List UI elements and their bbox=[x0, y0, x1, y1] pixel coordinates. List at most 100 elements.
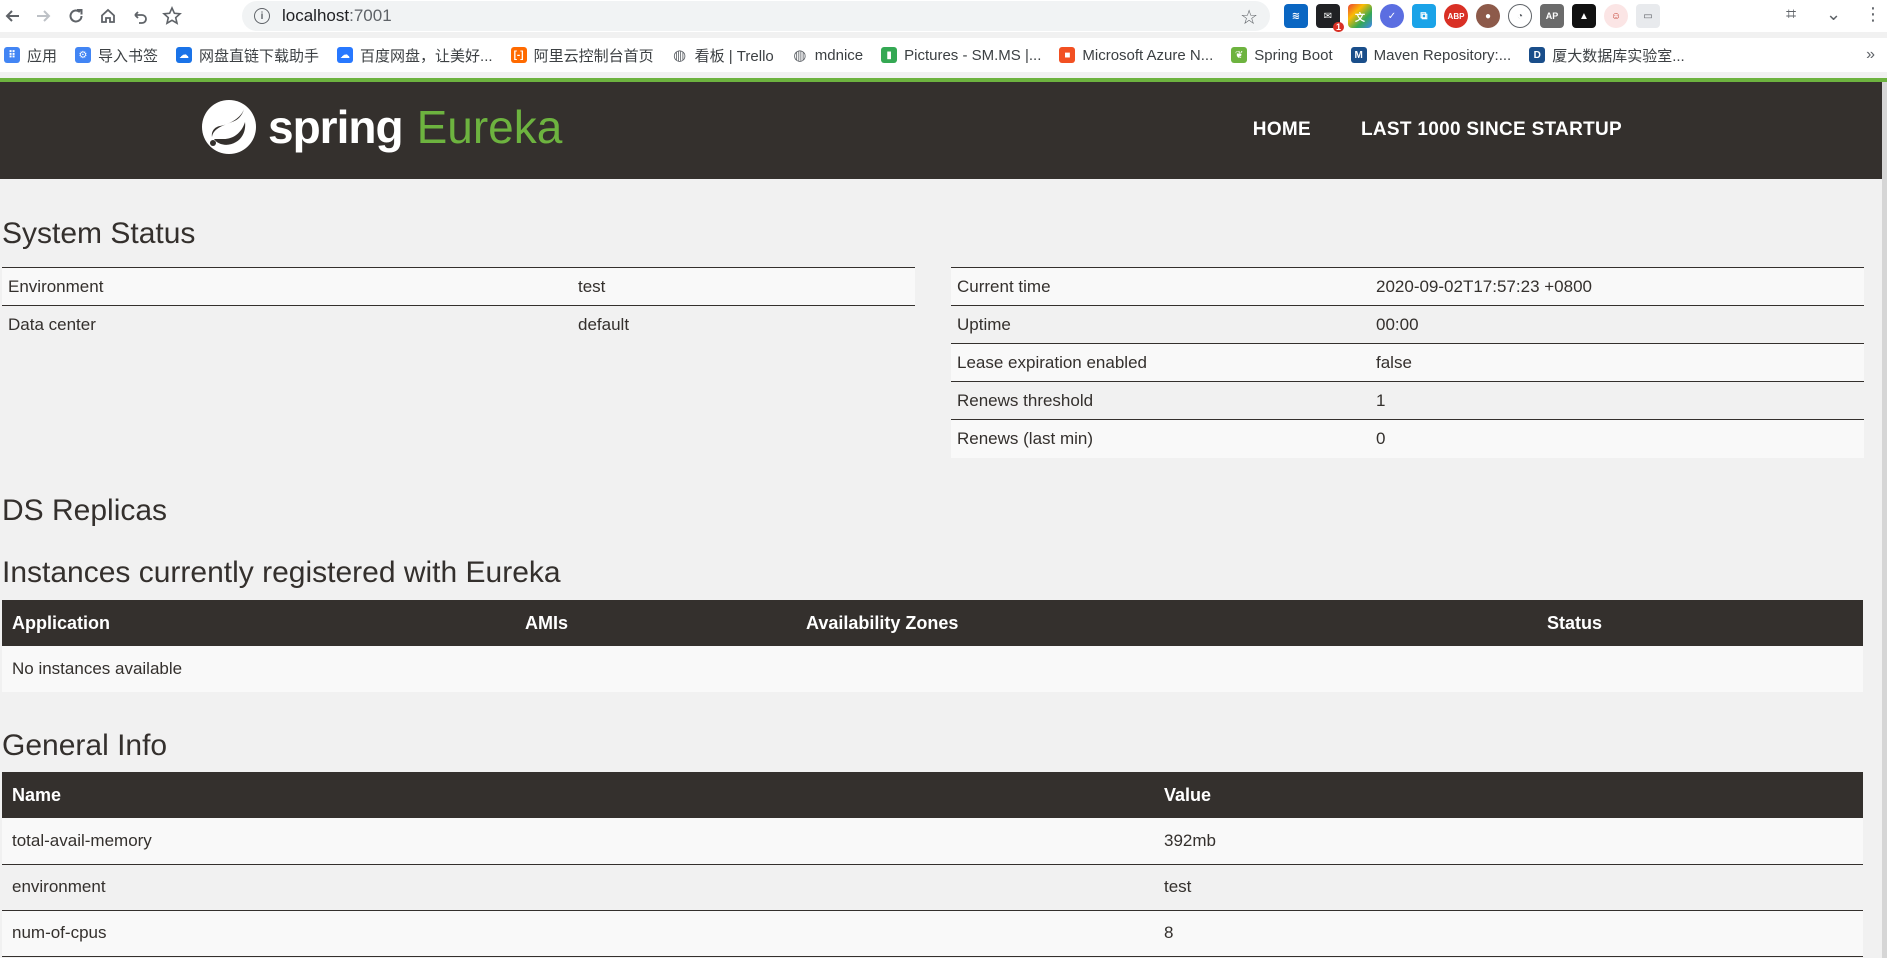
bookmark-label: 厦大数据库实验室... bbox=[1552, 47, 1685, 65]
table-row: Environment test bbox=[2, 267, 915, 306]
bookmark-label: 看板 | Trello bbox=[694, 47, 774, 65]
eureka-header: spring Eureka HOME LAST 1000 SINCE START… bbox=[0, 82, 1882, 179]
status-value: default bbox=[572, 305, 915, 344]
bar-chart-icon: ▮ bbox=[881, 47, 898, 63]
extension-palette-icon[interactable]: ◔ bbox=[1508, 4, 1532, 28]
extension-tray: ≋ ✉ 1 文 ✓ ⧉ ABP ● ◔ AP ▲ ☺ ▭ bbox=[1284, 4, 1660, 32]
bookmark-item[interactable]: ◍ mdnice bbox=[792, 46, 864, 65]
forward-arrow-icon[interactable] bbox=[32, 4, 56, 28]
table-row: Current time 2020-09-02T17:57:23 +0800 bbox=[951, 267, 1864, 306]
bookmark-item[interactable]: ☁ 百度网盘，让美好... bbox=[337, 45, 493, 66]
table-row: Renews threshold 1 bbox=[951, 381, 1864, 420]
logo-eureka-text: Eureka bbox=[416, 101, 563, 153]
address-bar[interactable]: i localhost:7001 ☆ bbox=[242, 1, 1270, 31]
url-host: localhost bbox=[282, 6, 350, 25]
status-value: 0 bbox=[1370, 419, 1864, 458]
column-availability-zones: Availability Zones bbox=[796, 600, 1537, 646]
bookmarks-overflow-icon[interactable]: » bbox=[1866, 46, 1875, 64]
extension-check-icon[interactable]: ✓ bbox=[1380, 4, 1404, 28]
general-info-header-row: Name Value bbox=[2, 772, 1863, 818]
status-key: Renews (last min) bbox=[951, 419, 1370, 458]
url-text: localhost:7001 bbox=[282, 6, 392, 26]
column-status: Status bbox=[1537, 600, 1863, 646]
chevron-down-icon[interactable]: ⌄ bbox=[1826, 4, 1841, 25]
globe-icon: ◍ bbox=[673, 47, 687, 64]
nav-home-link[interactable]: HOME bbox=[1253, 119, 1311, 141]
status-key: Data center bbox=[2, 305, 572, 344]
info-name: total-avail-memory bbox=[2, 818, 1154, 865]
extension-cloud-icon[interactable]: ≋ bbox=[1284, 4, 1308, 28]
extension-translate-icon[interactable]: 文 bbox=[1348, 4, 1372, 28]
ds-replicas-heading: DS Replicas bbox=[2, 494, 168, 527]
extension-mail-icon[interactable]: ✉ 1 bbox=[1316, 4, 1344, 32]
bookmark-label: 阿里云控制台首页 bbox=[533, 47, 654, 65]
more-menu-icon[interactable]: ⋮ bbox=[1864, 4, 1882, 25]
column-application: Application bbox=[2, 600, 515, 646]
extension-amap-icon[interactable]: ▲ bbox=[1572, 4, 1596, 28]
undo-icon[interactable] bbox=[128, 4, 152, 28]
back-arrow-icon[interactable] bbox=[0, 4, 24, 28]
aliyun-icon: [-] bbox=[510, 47, 527, 63]
spring-eureka-logo[interactable]: spring Eureka bbox=[200, 98, 562, 156]
url-port: :7001 bbox=[349, 6, 392, 25]
bookmark-item[interactable]: D 厦大数据库实验室... bbox=[1529, 45, 1685, 66]
bookmark-star-icon[interactable] bbox=[160, 4, 184, 28]
cloud-icon: ☁ bbox=[176, 47, 193, 63]
reload-icon[interactable] bbox=[64, 4, 88, 28]
table-row: Renews (last min) 0 bbox=[951, 419, 1864, 458]
column-value: Value bbox=[1154, 772, 1863, 818]
instances-table: Application AMIs Availability Zones Stat… bbox=[2, 600, 1863, 692]
dblab-icon: D bbox=[1529, 47, 1546, 63]
extension-ap-icon[interactable]: AP bbox=[1540, 4, 1564, 28]
extension-copy-icon[interactable]: ⧉ bbox=[1412, 4, 1436, 28]
home-icon[interactable] bbox=[96, 4, 120, 28]
table-row: Data center default bbox=[2, 305, 915, 344]
bookmark-item[interactable]: ❦ Spring Boot bbox=[1231, 47, 1333, 64]
baidu-cloud-icon: ☁ bbox=[337, 47, 354, 63]
bookmark-item[interactable]: ▮ Pictures - SM.MS |... bbox=[881, 47, 1041, 64]
table-row: num-of-cpus 8 bbox=[2, 910, 1863, 957]
status-key: Lease expiration enabled bbox=[951, 343, 1370, 382]
globe-icon: ◍ bbox=[793, 47, 807, 64]
info-name: num-of-cpus bbox=[2, 910, 1154, 957]
bookmark-label: Microsoft Azure N... bbox=[1082, 46, 1214, 64]
bookmark-item[interactable]: [-] 阿里云控制台首页 bbox=[510, 45, 654, 66]
crop-icon[interactable]: ⌗ bbox=[1786, 4, 1796, 25]
bookmark-label: mdnice bbox=[814, 46, 864, 64]
status-key: Uptime bbox=[951, 305, 1370, 344]
bookmark-item[interactable]: ⠿ 应用 bbox=[4, 45, 57, 66]
status-value: test bbox=[572, 267, 915, 306]
nav-last-1000-link[interactable]: LAST 1000 SINCE STARTUP bbox=[1361, 119, 1622, 141]
extension-image-icon[interactable]: ▭ bbox=[1636, 4, 1660, 28]
extension-ball-icon[interactable]: ● bbox=[1476, 4, 1500, 28]
bookmark-item[interactable]: ⚙ 导入书签 bbox=[75, 45, 158, 66]
page-scrollbar[interactable] bbox=[1882, 82, 1887, 958]
header-nav: HOME LAST 1000 SINCE STARTUP bbox=[1253, 119, 1622, 141]
info-name: environment bbox=[2, 864, 1154, 911]
status-key: Renews threshold bbox=[951, 381, 1370, 420]
status-value: 1 bbox=[1370, 381, 1864, 420]
bookmark-label: 网盘直链下载助手 bbox=[199, 47, 320, 65]
info-value: 392mb bbox=[1154, 818, 1863, 865]
bookmarks-bar: ⠿ 应用 ⚙ 导入书签 ☁ 网盘直链下载助手 ☁ 百度网盘，让美好... [-] 阿里云控制台首页… bbox=[0, 38, 1887, 72]
column-amis: AMIs bbox=[515, 600, 796, 646]
adblock-icon[interactable]: ABP bbox=[1444, 4, 1468, 28]
table-row: environment test bbox=[2, 864, 1863, 911]
table-row: total-avail-memory 392mb bbox=[2, 818, 1863, 865]
site-info-icon[interactable]: i bbox=[254, 8, 270, 24]
bookmark-item[interactable]: ☁ 网盘直链下载助手 bbox=[176, 45, 319, 66]
status-value: false bbox=[1370, 343, 1864, 382]
system-status-left-table: Environment test Data center default bbox=[2, 267, 915, 344]
logo-spring-text: spring bbox=[268, 101, 404, 153]
bookmark-item[interactable]: ◍ 看板 | Trello bbox=[672, 45, 774, 66]
extension-face-icon[interactable]: ☺ bbox=[1604, 4, 1628, 28]
table-row: No instances available bbox=[2, 646, 1863, 692]
bookmark-item[interactable]: ■ Microsoft Azure N... bbox=[1059, 47, 1213, 64]
mvn-icon: M bbox=[1350, 47, 1367, 63]
system-status-right-table: Current time 2020-09-02T17:57:23 +0800 Upt… bbox=[951, 267, 1864, 458]
column-name: Name bbox=[2, 772, 1154, 818]
bookmark-item[interactable]: M Maven Repository:... bbox=[1350, 47, 1511, 64]
general-info-table: Name Value total-avail-memory 392mb enviro… bbox=[2, 772, 1863, 957]
star-icon[interactable]: ☆ bbox=[1240, 5, 1258, 30]
status-key: Environment bbox=[2, 267, 572, 306]
